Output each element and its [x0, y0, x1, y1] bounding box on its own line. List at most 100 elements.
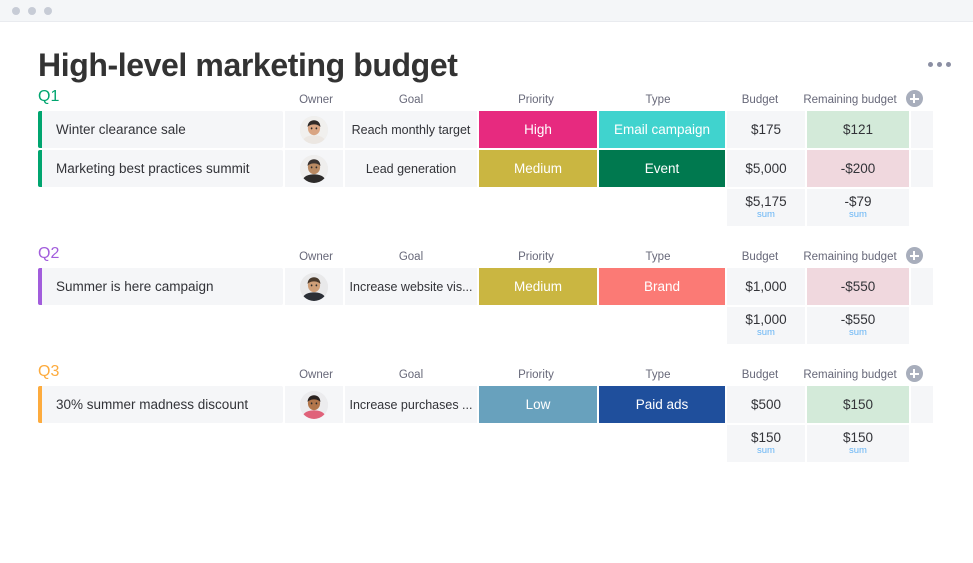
add-column-cell — [901, 90, 927, 108]
cell-budget[interactable]: $175 — [727, 111, 805, 149]
summary-budget[interactable]: $150 sum — [727, 425, 805, 463]
column-header-goal[interactable]: Goal — [345, 93, 477, 107]
summary-spacer — [38, 425, 727, 462]
group-title[interactable]: Q2 — [38, 244, 287, 264]
summary-budget-value: $5,175 — [745, 193, 787, 209]
summary-budget[interactable]: $1,000 sum — [727, 307, 805, 345]
column-header-owner[interactable]: Owner — [287, 93, 345, 107]
cell-remaining-budget[interactable]: $121 — [807, 111, 909, 149]
summary-remaining-budget-label: sum — [849, 327, 867, 339]
cell-owner[interactable] — [285, 386, 343, 424]
cell-type-pill[interactable]: Email campaign — [599, 111, 725, 149]
avatar[interactable] — [300, 272, 328, 301]
column-header-remaining-budget[interactable]: Remaining budget — [799, 93, 901, 107]
cell-owner[interactable] — [285, 111, 343, 149]
cell-priority-pill[interactable]: High — [479, 111, 597, 149]
cell-goal[interactable]: Increase website vis... — [345, 268, 477, 306]
summary-remaining-budget-label: sum — [849, 209, 867, 221]
group-header-row: Q3 Owner Goal Priority Type Budget Remaining b… — [38, 358, 951, 383]
column-header-priority[interactable]: Priority — [477, 250, 595, 264]
summary-remaining-budget-value: $150 — [842, 429, 874, 445]
cell-empty-tail — [911, 150, 933, 188]
cell-item-name[interactable]: 30% summer madness discount — [42, 386, 283, 424]
group-summary-row: $1,000 sum -$550 sum — [38, 307, 951, 345]
summary-remaining-budget[interactable]: -$79 sum — [807, 189, 909, 227]
cell-remaining-budget[interactable]: -$200 — [807, 150, 909, 188]
summary-budget-value: $1,000 — [745, 311, 787, 327]
cell-goal[interactable]: Increase purchases ... — [345, 386, 477, 424]
column-header-owner[interactable]: Owner — [287, 250, 345, 264]
window-maximize-dot[interactable] — [44, 6, 52, 15]
cell-priority-pill[interactable]: Low — [479, 386, 597, 424]
cell-budget[interactable]: $5,000 — [727, 150, 805, 188]
table-row[interactable]: Marketing best practices summit Lead gene… — [38, 150, 951, 188]
page-title: High-level marketing budget — [38, 47, 458, 83]
cell-item-name[interactable]: Winter clearance sale — [42, 111, 283, 149]
table-row[interactable]: 30% summer madness discount Increase purc… — [38, 386, 951, 424]
summary-budget-label: sum — [757, 445, 775, 457]
column-header-priority[interactable]: Priority — [477, 368, 595, 382]
title-bar — [0, 0, 973, 22]
group-title[interactable]: Q1 — [38, 87, 287, 107]
summary-budget[interactable]: $5,175 sum — [727, 189, 805, 227]
column-header-budget[interactable]: Budget — [721, 368, 799, 382]
add-column-cell — [901, 247, 927, 265]
window-close-dot[interactable] — [12, 6, 20, 15]
table-row[interactable]: Summer is here campaign Increase website … — [38, 268, 951, 306]
cell-remaining-budget[interactable]: $150 — [807, 386, 909, 424]
cell-item-name[interactable]: Summer is here campaign — [42, 268, 283, 306]
cell-type-pill[interactable]: Event — [599, 150, 725, 188]
column-header-goal[interactable]: Goal — [345, 250, 477, 264]
cell-type-pill[interactable]: Paid ads — [599, 386, 725, 424]
avatar[interactable] — [300, 154, 328, 183]
column-header-remaining-budget[interactable]: Remaining budget — [799, 250, 901, 264]
board-group: Q1 Owner Goal Priority Type Budget Remaining b… — [0, 83, 973, 227]
add-column-icon[interactable] — [905, 365, 923, 383]
app-window: High-level marketing budget Q1 Owner Goal P… — [0, 0, 973, 563]
avatar[interactable] — [300, 115, 328, 144]
column-header-type[interactable]: Type — [595, 250, 721, 264]
cell-budget[interactable]: $500 — [727, 386, 805, 424]
board-header: High-level marketing budget — [0, 47, 973, 83]
cell-goal[interactable]: Reach monthly target — [345, 111, 477, 149]
summary-remaining-budget[interactable]: -$550 sum — [807, 307, 909, 345]
column-header-priority[interactable]: Priority — [477, 93, 595, 107]
summary-budget-label: sum — [757, 327, 775, 339]
column-header-type[interactable]: Type — [595, 93, 721, 107]
column-header-budget[interactable]: Budget — [721, 93, 799, 107]
column-header-owner[interactable]: Owner — [287, 368, 345, 382]
summary-remaining-budget-value: -$550 — [840, 311, 876, 327]
avatar[interactable] — [300, 390, 328, 419]
summary-budget-label: sum — [757, 209, 775, 221]
cell-priority-pill[interactable]: Medium — [479, 150, 597, 188]
cell-empty-tail — [911, 268, 933, 306]
cell-goal[interactable]: Lead generation — [345, 150, 477, 188]
cell-item-name[interactable]: Marketing best practices summit — [42, 150, 283, 188]
add-column-icon[interactable] — [905, 247, 923, 265]
cell-type-pill[interactable]: Brand — [599, 268, 725, 306]
summary-remaining-budget-label: sum — [849, 445, 867, 457]
column-header-goal[interactable]: Goal — [345, 368, 477, 382]
group-title[interactable]: Q3 — [38, 362, 287, 382]
kebab-menu-icon[interactable] — [928, 62, 951, 67]
cell-remaining-budget[interactable]: -$550 — [807, 268, 909, 306]
cell-empty-tail — [911, 386, 933, 424]
group-header-row: Q2 Owner Goal Priority Type Budget Remaining b… — [38, 240, 951, 265]
cell-budget[interactable]: $1,000 — [727, 268, 805, 306]
table-row[interactable]: Winter clearance sale Reach monthly targe… — [38, 111, 951, 149]
summary-remaining-budget[interactable]: $150 sum — [807, 425, 909, 463]
column-header-budget[interactable]: Budget — [721, 250, 799, 264]
cell-empty-tail — [911, 111, 933, 149]
window-controls — [12, 6, 52, 15]
window-minimize-dot[interactable] — [28, 6, 36, 15]
board-group: Q2 Owner Goal Priority Type Budget Remaining b… — [0, 240, 973, 345]
cell-owner[interactable] — [285, 268, 343, 306]
cell-priority-pill[interactable]: Medium — [479, 268, 597, 306]
cell-owner[interactable] — [285, 150, 343, 188]
board-group: Q3 Owner Goal Priority Type Budget Remaining b… — [0, 358, 973, 463]
group-header-row: Q1 Owner Goal Priority Type Budget Remaining b… — [38, 83, 951, 108]
column-header-type[interactable]: Type — [595, 368, 721, 382]
group-summary-row: $150 sum $150 sum — [38, 425, 951, 463]
column-header-remaining-budget[interactable]: Remaining budget — [799, 368, 901, 382]
add-column-icon[interactable] — [905, 90, 923, 108]
